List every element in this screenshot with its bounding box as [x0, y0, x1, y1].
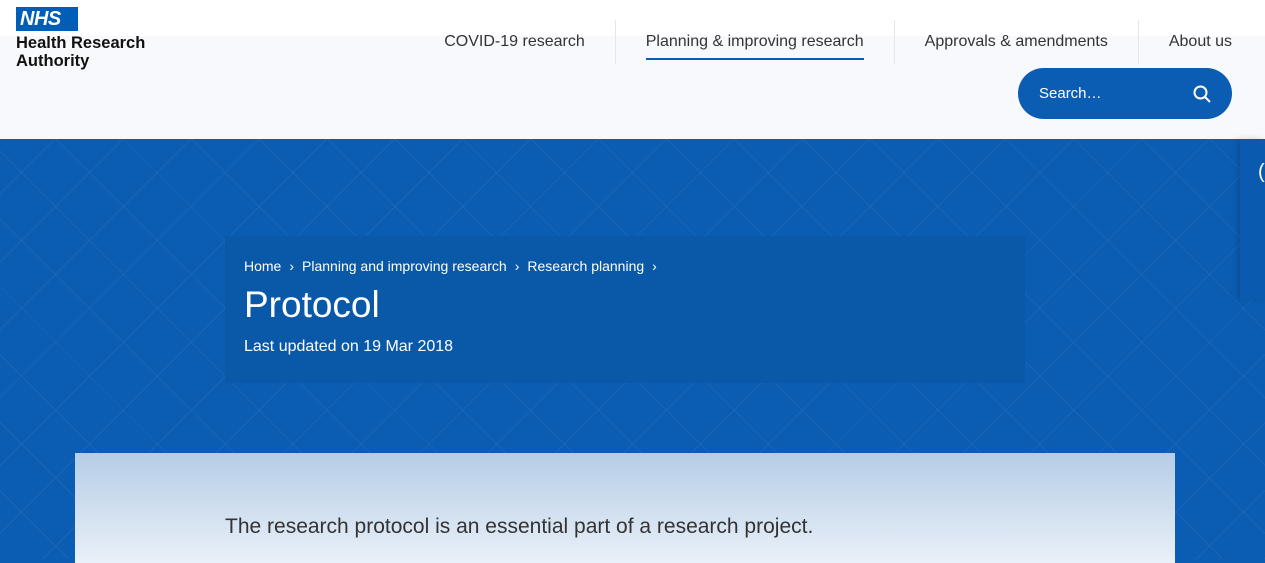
nhs-badge: NHS [16, 7, 78, 31]
breadcrumb: Home › Planning and improving research › R… [244, 258, 1006, 274]
last-updated: Last updated on 19 Mar 2018 [244, 338, 454, 355]
hero-banner: Home › Planning and improving research › R… [0, 139, 1265, 563]
main-nav: COVID-19 research Planning & improving r… [414, 20, 1232, 64]
nav-covid-research[interactable]: COVID-19 research [414, 20, 615, 64]
breadcrumb-research-planning[interactable]: Research planning [527, 258, 644, 274]
breadcrumb-planning[interactable]: Planning and improving research [302, 258, 507, 274]
hra-logo[interactable]: NHS Health Research Authority [16, 7, 145, 70]
search-input[interactable]: Search… [1018, 68, 1232, 119]
logo-line-1: Health Research [16, 34, 146, 52]
side-toolbar[interactable]: ( [1240, 139, 1265, 299]
site-header: NHS Health Research Authority COVID-19 re… [0, 0, 1265, 139]
breadcrumb-separator: › [514, 258, 520, 274]
content-panel: The research protocol is an essential pa… [75, 453, 1175, 563]
info-icon[interactable]: ( [1258, 161, 1265, 183]
search-placeholder: Search… [1039, 85, 1102, 102]
breadcrumb-home[interactable]: Home [244, 258, 281, 274]
title-box: Home › Planning and improving research › R… [225, 236, 1025, 383]
nav-about-us[interactable]: About us [1137, 20, 1232, 64]
page-title: Protocol [244, 284, 380, 325]
nav-approvals-amendments[interactable]: Approvals & amendments [893, 20, 1138, 64]
breadcrumb-separator: › [289, 258, 295, 274]
logo-line-2: Authority [16, 52, 90, 70]
intro-text: The research protocol is an essential pa… [225, 515, 814, 538]
breadcrumb-separator: › [652, 258, 657, 274]
nav-planning-improving-research[interactable]: Planning & improving research [614, 20, 894, 64]
search-icon[interactable] [1193, 85, 1211, 103]
